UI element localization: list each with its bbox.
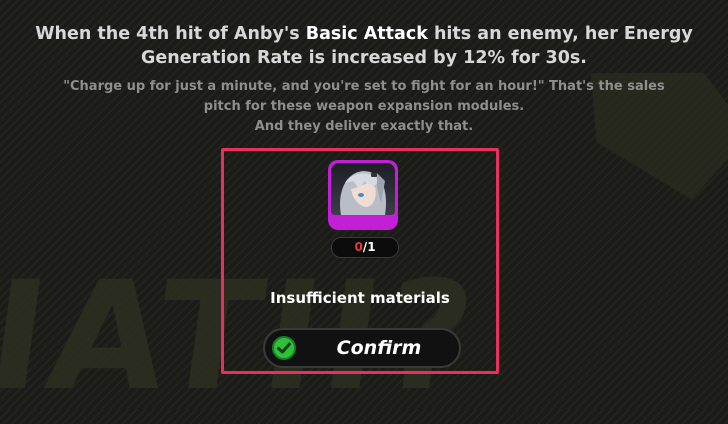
flavor-text: "Charge up for just a minute, and you're… xyxy=(0,77,728,137)
material-count: 0/1 xyxy=(331,237,399,258)
anby-portrait-icon xyxy=(331,163,395,215)
confirm-label: Confirm xyxy=(336,337,422,359)
effect-text: Generation Rate is increased by 12% for … xyxy=(141,48,587,68)
effect-text: When the 4th hit of Anby's xyxy=(35,24,306,44)
effect-text: hits an enemy, her Energy xyxy=(427,24,693,44)
owned-count: 0 xyxy=(354,240,363,254)
material-card[interactable] xyxy=(328,160,398,230)
required-count: 1 xyxy=(367,240,376,254)
effect-description: When the 4th hit of Anby's Basic Attack … xyxy=(0,22,728,70)
check-icon xyxy=(272,336,296,360)
flavor-line: pitch for these weapon expansion modules… xyxy=(203,99,525,114)
confirm-button[interactable]: Confirm xyxy=(263,328,461,368)
flavor-line: "Charge up for just a minute, and you're… xyxy=(63,79,665,94)
insufficient-materials-label: Insufficient materials xyxy=(270,289,450,307)
flavor-line: And they deliver exactly that. xyxy=(254,119,474,134)
effect-highlight: Basic Attack xyxy=(305,24,428,44)
